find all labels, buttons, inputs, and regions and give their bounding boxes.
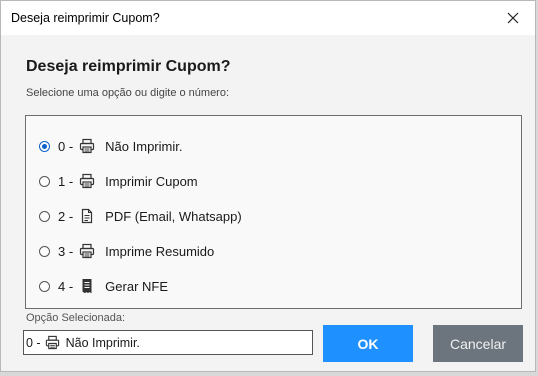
document-icon bbox=[79, 208, 95, 224]
title-bar: Deseja reimprimir Cupom? bbox=[1, 1, 535, 35]
options-panel: 0 - Não Imprimir. 1 - Imprimir Cupom 2 -… bbox=[25, 115, 522, 309]
radio-button[interactable] bbox=[39, 140, 50, 152]
option-label: Imprimir Cupom bbox=[105, 173, 198, 189]
printer-icon bbox=[79, 173, 95, 189]
printer-icon bbox=[79, 243, 95, 259]
radio-button[interactable] bbox=[39, 210, 50, 222]
selected-option-label: Opção Selecionada: bbox=[26, 312, 126, 324]
dialog-subheading: Selecione uma opção ou digite o número: bbox=[26, 87, 230, 99]
reprint-dialog: Deseja reimprimir Cupom? Deseja reimprim… bbox=[0, 0, 536, 372]
option-4[interactable]: 4 - Gerar NFE bbox=[39, 276, 168, 296]
receipt-icon bbox=[79, 278, 95, 294]
option-number: 2 - bbox=[58, 208, 74, 224]
option-number: 4 - bbox=[58, 278, 74, 294]
option-3[interactable]: 3 - Imprime Resumido bbox=[39, 241, 214, 261]
radio-button[interactable] bbox=[39, 245, 50, 257]
option-0[interactable]: 0 - Não Imprimir. bbox=[39, 136, 182, 156]
printer-icon bbox=[79, 138, 95, 154]
ok-button[interactable]: OK bbox=[323, 325, 413, 362]
printer-icon bbox=[45, 335, 60, 351]
option-2[interactable]: 2 - PDF (Email, Whatsapp) bbox=[39, 206, 242, 226]
dialog-heading: Deseja reimprimir Cupom? bbox=[26, 58, 231, 75]
option-number: 0 - bbox=[58, 138, 74, 154]
close-icon bbox=[507, 12, 519, 24]
option-label: PDF (Email, Whatsapp) bbox=[105, 208, 242, 224]
option-label: Gerar NFE bbox=[105, 278, 169, 294]
selected-option-field[interactable]: 0 - Não Imprimir. bbox=[23, 330, 313, 355]
window-title: Deseja reimprimir Cupom? bbox=[11, 11, 160, 25]
radio-button[interactable] bbox=[39, 175, 50, 187]
option-number: 3 - bbox=[58, 243, 74, 259]
option-label: Imprime Resumido bbox=[105, 243, 215, 259]
selected-option-value: Não Imprimir. bbox=[65, 335, 140, 350]
close-button[interactable] bbox=[491, 1, 535, 35]
option-1[interactable]: 1 - Imprimir Cupom bbox=[39, 171, 198, 191]
selected-option-number: 0 - bbox=[26, 335, 41, 350]
option-number: 1 - bbox=[58, 173, 74, 189]
option-label: Não Imprimir. bbox=[105, 138, 183, 154]
radio-button[interactable] bbox=[39, 280, 50, 292]
cancel-button[interactable]: Cancelar bbox=[433, 325, 523, 362]
